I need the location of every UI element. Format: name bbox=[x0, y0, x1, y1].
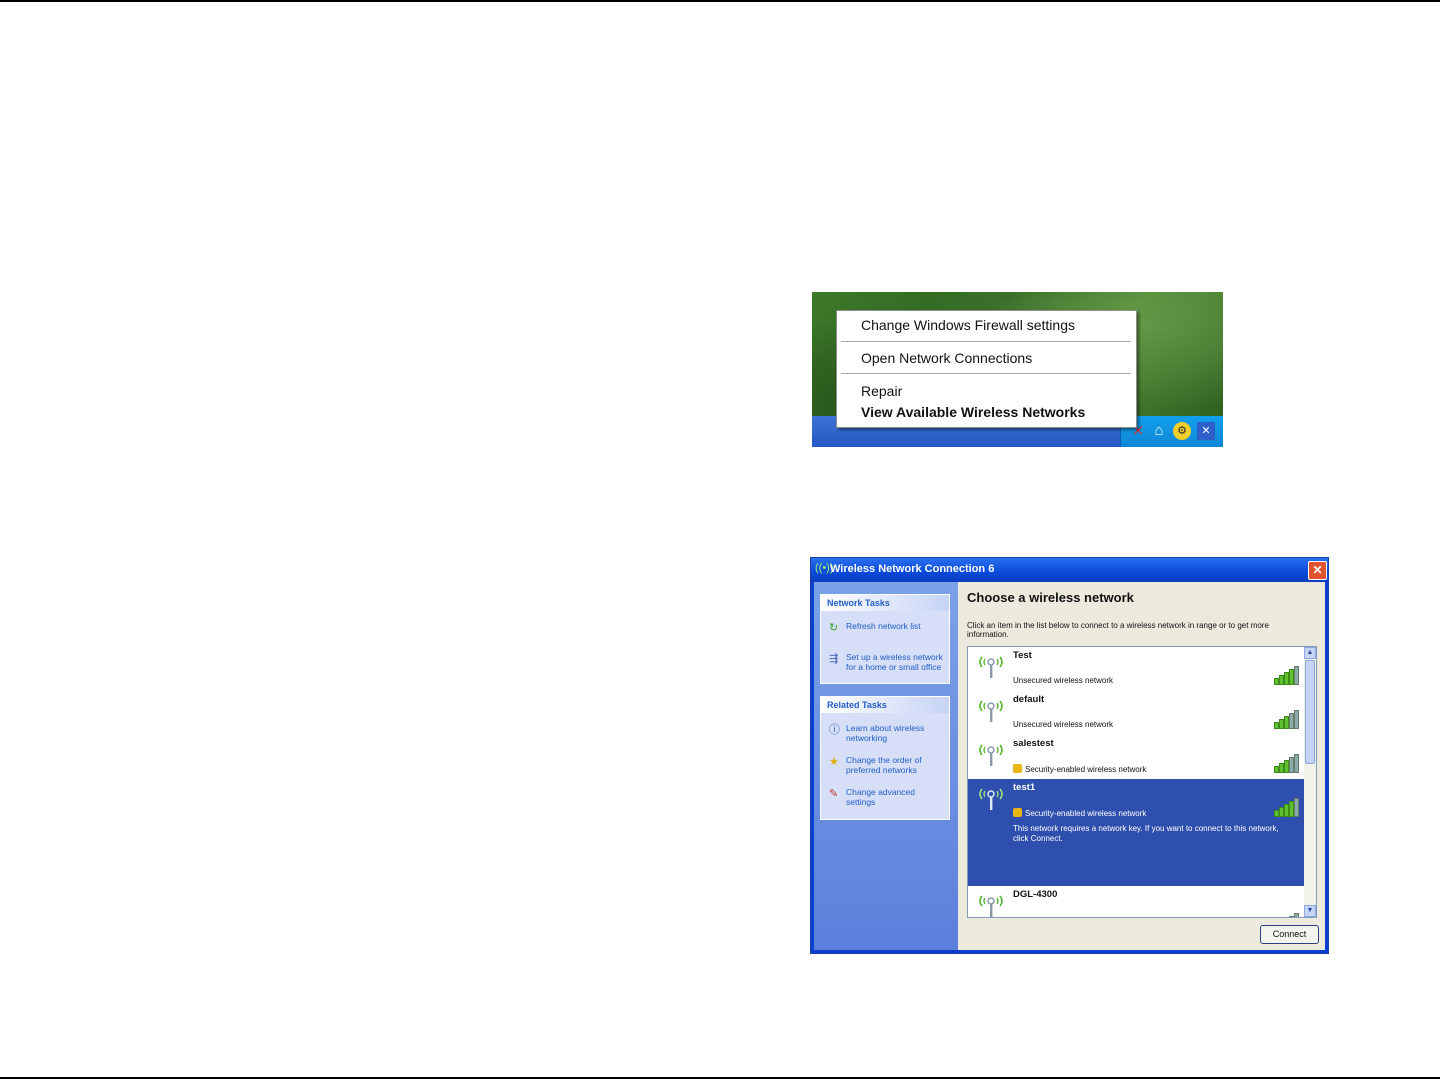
signal-strength-icon bbox=[1274, 710, 1300, 729]
star-icon: ★ bbox=[829, 756, 839, 768]
network-list[interactable]: Test Unsecured wireless network default Uns… bbox=[967, 646, 1317, 918]
signal-bar bbox=[1294, 666, 1299, 685]
network-security-status: Unsecured wireless network bbox=[1013, 720, 1114, 729]
network-description: This network requires a network key. If … bbox=[1013, 824, 1279, 843]
signal-bar bbox=[1294, 710, 1299, 729]
menu-separator bbox=[841, 373, 1131, 374]
network-security-status: Security-enabled wireless network bbox=[1013, 808, 1146, 818]
signal-bar bbox=[1294, 913, 1299, 917]
related-tasks-panel: Related Tasks ⓘ Learn about wireless net… bbox=[820, 696, 950, 820]
page-title: Choose a wireless network bbox=[967, 590, 1134, 605]
top-rule bbox=[0, 0, 1440, 2]
menu-item-repair[interactable]: Repair bbox=[861, 383, 902, 399]
network-tasks-heading: Network Tasks bbox=[821, 595, 949, 611]
related-tasks-heading: Related Tasks bbox=[821, 697, 949, 713]
task-learn-wireless[interactable]: ⓘ Learn about wireless networking bbox=[829, 723, 946, 743]
wireless-antenna-icon bbox=[976, 697, 1006, 723]
context-menu: Change Windows Firewall settings Open Ne… bbox=[836, 310, 1137, 428]
network-name: default bbox=[1013, 694, 1045, 705]
instructions: Click an item in the list below to conne… bbox=[967, 621, 1269, 639]
info-icon: ⓘ bbox=[829, 724, 840, 736]
task-change-preferred-order[interactable]: ★ Change the order of preferred networks bbox=[829, 755, 946, 775]
lock-icon bbox=[1013, 764, 1022, 773]
wireless-network-dialog: ((•)) Wireless Network Connection 6 ✕ Ne… bbox=[810, 557, 1329, 954]
network-security-status: Security-enabled wireless network bbox=[1013, 764, 1146, 774]
scroll-down-button[interactable]: ▼ bbox=[1304, 905, 1316, 917]
network-disconnected-icon[interactable]: ✕ bbox=[1197, 422, 1215, 440]
refresh-icon: ↻ bbox=[829, 622, 839, 634]
network-item[interactable]: test1 Security-enabled wireless network Th… bbox=[968, 779, 1304, 886]
network-item[interactable]: Test Unsecured wireless network bbox=[968, 647, 1304, 691]
menu-item-firewall-settings[interactable]: Change Windows Firewall settings bbox=[861, 317, 1075, 333]
task-setup-wireless-network[interactable]: ⇶ Set up a wireless network for a home o… bbox=[829, 652, 946, 672]
close-icon: ✕ bbox=[1312, 563, 1323, 577]
signal-bar bbox=[1294, 798, 1299, 817]
tray-context-menu-screenshot: ⨯ ⌂ ⚙ ✕ Change Windows Firewall settings… bbox=[812, 292, 1223, 447]
wireless-antenna-icon bbox=[976, 785, 1006, 811]
connect-button[interactable]: Connect bbox=[1260, 925, 1319, 944]
settings-icon: ✎ bbox=[829, 788, 839, 800]
network-name: salestest bbox=[1013, 738, 1054, 749]
network-name: Test bbox=[1013, 650, 1032, 661]
window-title: Wireless Network Connection 6 bbox=[830, 563, 995, 575]
network-tasks-panel: Network Tasks ↻ Refresh network list ⇶ S… bbox=[820, 594, 950, 684]
scroll-thumb[interactable] bbox=[1305, 660, 1315, 764]
signal-bar bbox=[1294, 754, 1299, 773]
security-shield-icon[interactable]: ⚙ bbox=[1173, 422, 1191, 440]
wireless-antenna-icon bbox=[976, 741, 1006, 767]
wireless-antenna-icon bbox=[976, 653, 1006, 679]
task-refresh-network-list[interactable]: ↻ Refresh network list bbox=[829, 621, 946, 635]
setup-wireless-icon: ⇶ bbox=[829, 653, 839, 665]
close-button[interactable]: ✕ bbox=[1308, 561, 1327, 580]
wireless-antenna-icon bbox=[976, 892, 1006, 917]
sidebar: Network Tasks ↻ Refresh network list ⇶ S… bbox=[814, 582, 958, 950]
scroll-up-button[interactable]: ▲ bbox=[1304, 647, 1316, 659]
signal-strength-icon bbox=[1274, 913, 1300, 917]
network-item[interactable]: DGL-4300 bbox=[968, 886, 1304, 917]
signal-strength-icon bbox=[1274, 798, 1300, 817]
signal-strength-icon bbox=[1274, 754, 1300, 773]
network-item[interactable]: salestest Security-enabled wireless netwo… bbox=[968, 735, 1304, 779]
menu-item-open-network-connections[interactable]: Open Network Connections bbox=[861, 350, 1032, 366]
network-security-status: Unsecured wireless network bbox=[1013, 676, 1114, 685]
menu-item-view-wireless-networks[interactable]: View Available Wireless Networks bbox=[861, 404, 1085, 420]
home-icon[interactable]: ⌂ bbox=[1150, 422, 1168, 440]
network-item[interactable]: default Unsecured wireless network bbox=[968, 691, 1304, 735]
signal-strength-icon bbox=[1274, 666, 1300, 685]
menu-separator bbox=[841, 341, 1131, 342]
network-name: test1 bbox=[1013, 782, 1036, 793]
task-change-advanced-settings[interactable]: ✎ Change advanced settings bbox=[829, 787, 946, 807]
bottom-rule bbox=[0, 1077, 1440, 1079]
network-list-scrollbar[interactable]: ▲ ▼ bbox=[1304, 647, 1316, 917]
lock-icon bbox=[1013, 808, 1022, 817]
main-content: Choose a wireless network Click an item … bbox=[958, 582, 1325, 950]
network-name: DGL-4300 bbox=[1013, 889, 1058, 900]
title-bar[interactable]: ((•)) Wireless Network Connection 6 ✕ bbox=[811, 558, 1328, 582]
